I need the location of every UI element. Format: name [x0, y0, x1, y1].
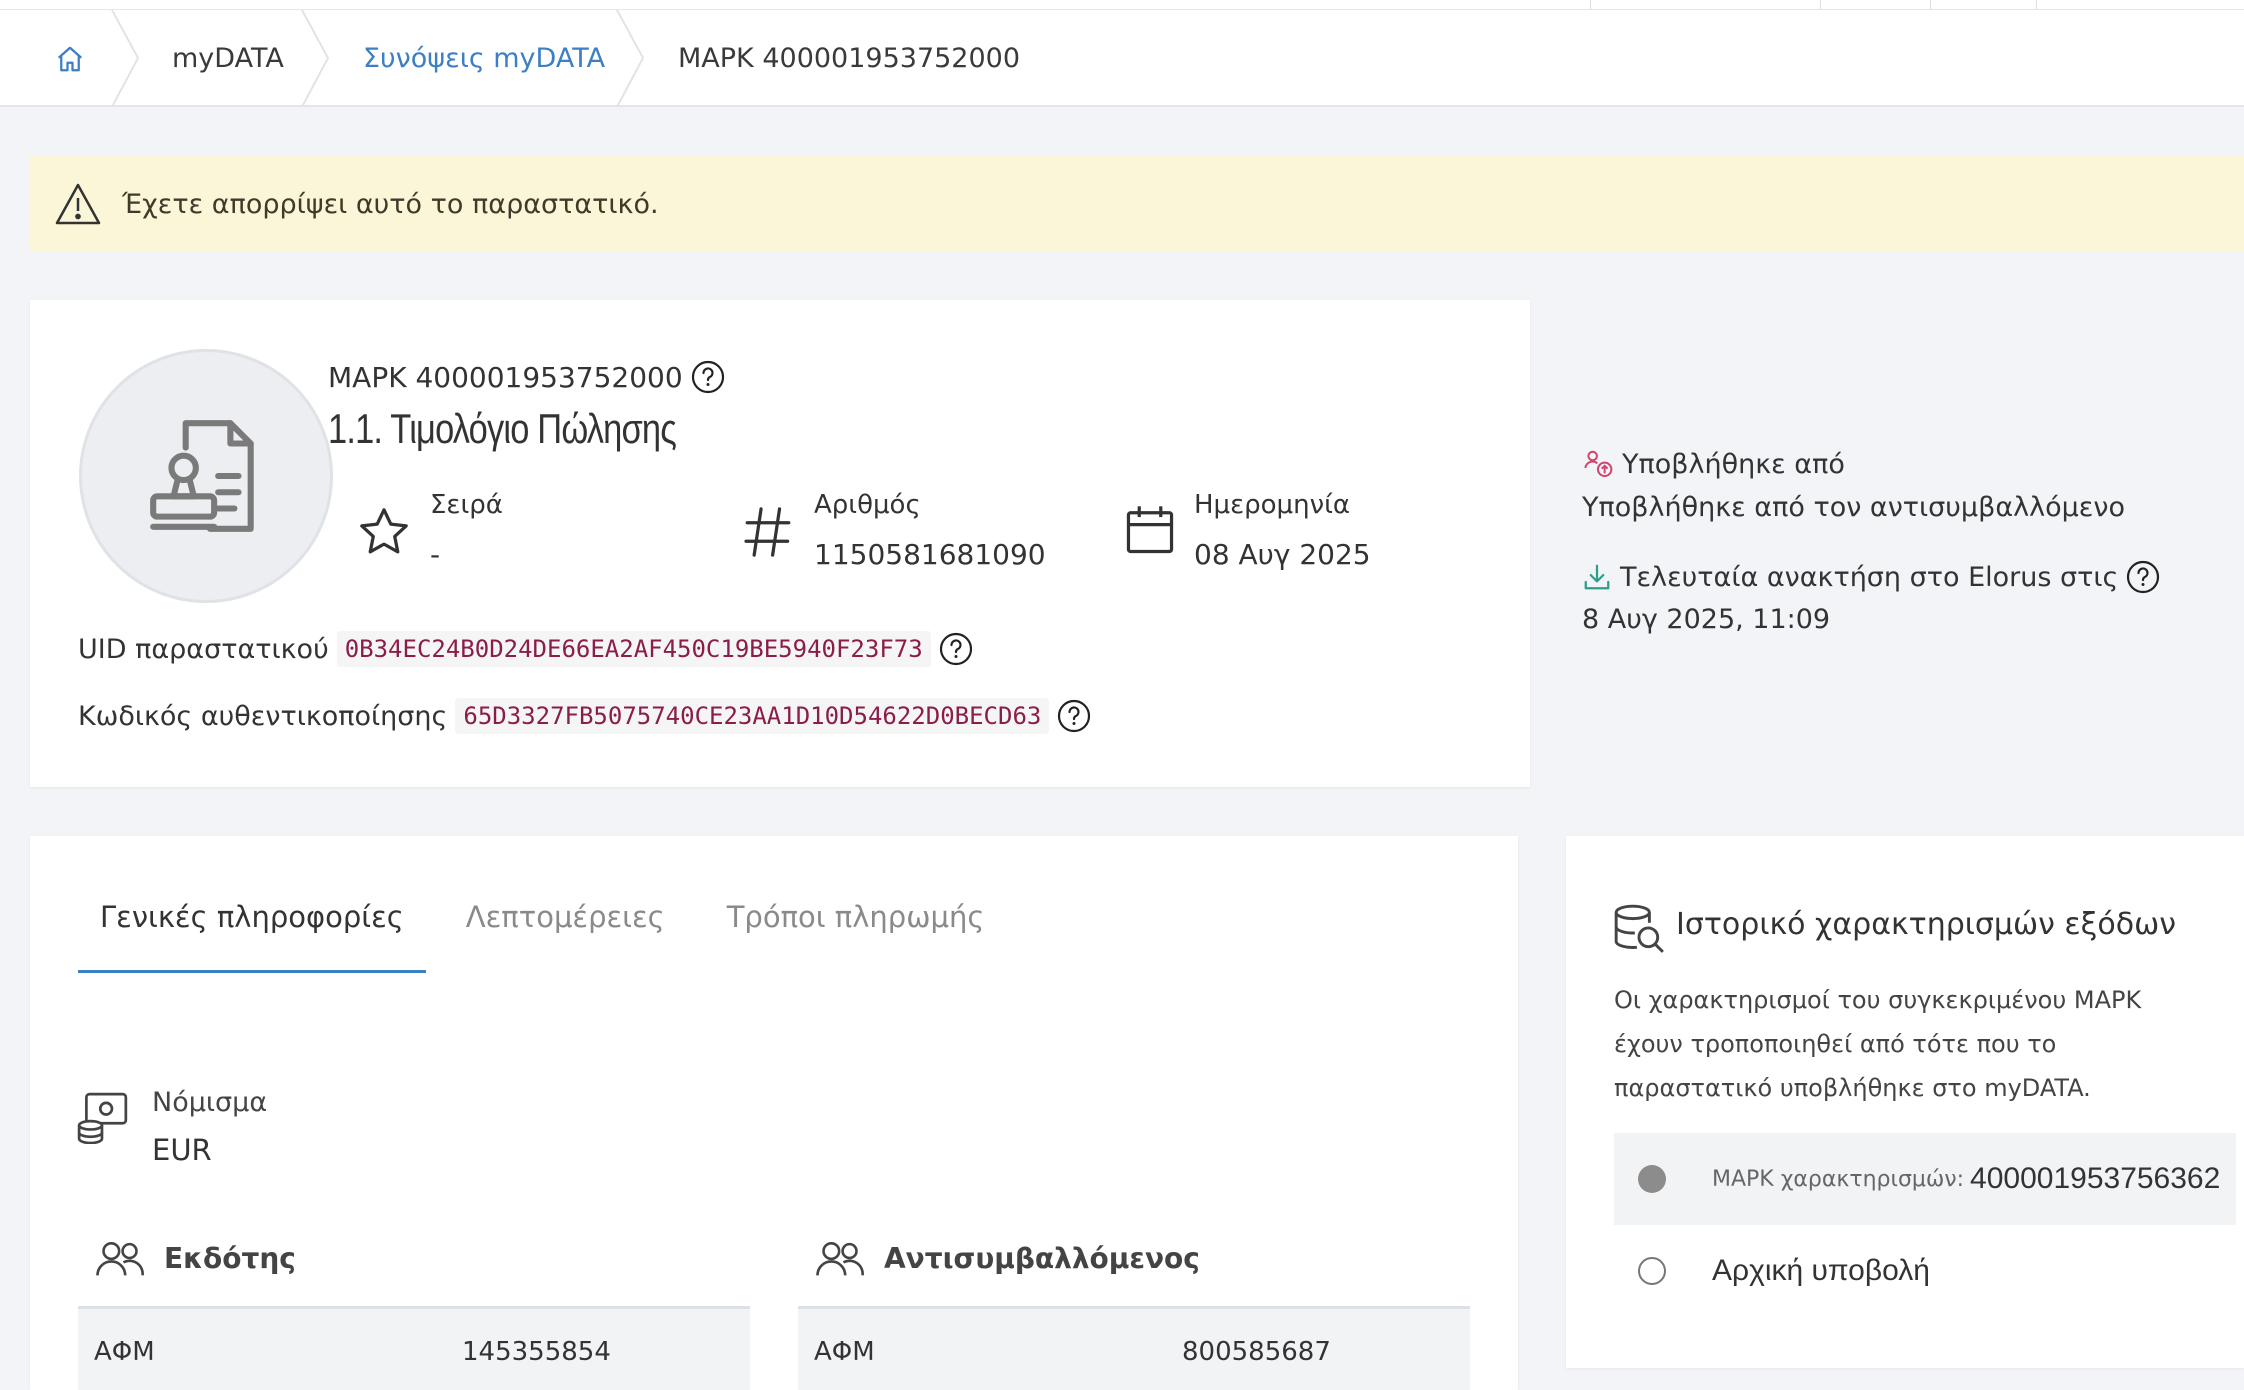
series-value: -: [430, 538, 441, 571]
stamped-document-icon: [150, 420, 254, 532]
warning-icon: [55, 183, 101, 225]
mark-text: ΜΑΡΚ 400001953752000: [328, 360, 683, 394]
counterparty-heading: Αντισυμβαλλόμενος: [814, 1238, 1200, 1278]
history-description: Οι χαρακτηρισμοί του συγκεκριμένου ΜΑΡΚ …: [1614, 986, 2142, 1102]
counterparty-table: ΑΦΜ 800585687: [798, 1306, 1470, 1390]
top-strip: [0, 0, 2244, 10]
last-retrieved-label: Τελευταία ανακτήση στο Elorus στις: [1620, 561, 2119, 593]
help-icon[interactable]: [2126, 560, 2160, 594]
last-retrieved-label-row: Τελευταία ανακτήση στο Elorus στις: [1582, 560, 2160, 594]
auth-label: Κωδικός αυθεντικοποίησης: [78, 700, 448, 732]
issuer-heading: Εκδότης: [94, 1238, 296, 1278]
document-avatar: [79, 349, 333, 603]
history-entry-current[interactable]: ΜΑΡΚ χαρακτηρισμών: 400001953756362: [1614, 1133, 2236, 1225]
tab-details[interactable]: Λεπτομέρειες: [444, 900, 687, 973]
currency-label: Νόμισμα: [152, 1087, 268, 1118]
timeline-dot: [1638, 1165, 1666, 1193]
history-entry-label: ΜΑΡΚ χαρακτηρισμών:: [1712, 1166, 1965, 1192]
alert-message: Έχετε απορρίψει αυτό το παραστατικό.: [122, 188, 659, 220]
document-mark: ΜΑΡΚ 400001953752000: [328, 360, 725, 394]
date-field: Ημερομηνία 08 Αυγ 2025: [1124, 490, 1371, 571]
breadcrumb-separator: [111, 10, 140, 107]
tab-general-info[interactable]: Γενικές πληροφορίες: [78, 900, 426, 973]
auth-value[interactable]: 65D3327FB5075740CE23AA1D10D54622D0BECD63: [455, 698, 1050, 734]
help-icon[interactable]: [939, 632, 973, 666]
currency-value: EUR: [152, 1133, 212, 1167]
series-label: Σειρά: [430, 490, 503, 520]
users-icon: [96, 1241, 144, 1276]
counterparty-afm-label: ΑΦΜ: [814, 1337, 875, 1367]
history-entry-value: 400001953756362: [1970, 1162, 2221, 1195]
history-title: Ιστορικό χαρακτηρισμών εξόδων: [1676, 907, 2176, 942]
breadcrumb-summaries[interactable]: Συνόψεις myDATA: [363, 10, 605, 107]
help-icon[interactable]: [1057, 699, 1091, 733]
star-icon: [360, 508, 408, 554]
series-field: Σειρά -: [356, 490, 503, 571]
timeline-dot: [1638, 1257, 1666, 1285]
submitted-by-value: Υποβλήθηκε από τον αντισυμβαλλόμενο: [1582, 492, 2125, 523]
date-label: Ημερομηνία: [1194, 490, 1351, 520]
calendar-icon: [1126, 506, 1174, 554]
issuer-afm-value: 145355854: [462, 1337, 611, 1367]
number-field: Αριθμός 1150581681090: [740, 490, 1046, 571]
top-bar: myDATA Συνόψεις myDATA ΜΑΡΚ 400001953752…: [0, 0, 2244, 107]
last-retrieved-value: 8 Αυγ 2025, 11:09: [1582, 604, 1831, 635]
info-tabs: Γενικές πληροφορίες Λεπτομέρειες Τρόποι …: [78, 900, 1024, 973]
rejected-alert: Έχετε απορρίψει αυτό το παραστατικό.: [30, 156, 2244, 252]
submission-info-panel: [1532, 300, 2244, 787]
uid-value[interactable]: 0B34EC24B0D24DE66EA2AF450C19BE5940F23F73: [336, 631, 931, 667]
breadcrumb-current: ΜΑΡΚ 400001953752000: [678, 43, 1021, 74]
submitted-by-label: Υποβλήθηκε από: [1622, 448, 1845, 480]
submitted-by-label-row: Υποβλήθηκε από: [1582, 448, 1845, 480]
number-label: Αριθμός: [814, 490, 921, 520]
currency-icon: [77, 1092, 128, 1144]
database-search-icon: [1614, 904, 1664, 953]
home-icon: [58, 46, 82, 71]
help-icon[interactable]: [691, 360, 725, 394]
date-value: 08 Αυγ 2025: [1194, 538, 1371, 571]
user-upload-icon: [1584, 450, 1613, 477]
counterparty-afm-value: 800585687: [1182, 1337, 1331, 1367]
issuer-title: Εκδότης: [164, 1241, 296, 1275]
uid-label: UID παραστατικού: [78, 633, 329, 665]
users-icon: [816, 1241, 864, 1276]
breadcrumb-separator: [301, 10, 330, 107]
breadcrumb-separator: [616, 10, 645, 107]
document-type: 1.1. Τιμολόγιο Πώλησης: [328, 405, 677, 452]
number-value: 1150581681090: [814, 538, 1046, 571]
counterparty-title: Αντισυμβαλλόμενος: [884, 1241, 1200, 1275]
hash-icon: [744, 507, 791, 557]
history-entry-original[interactable]: Αρχική υποβολή: [1614, 1225, 2236, 1317]
download-icon: [1584, 564, 1610, 590]
issuer-table: ΑΦΜ 145355854: [78, 1306, 750, 1390]
auth-code-row: Κωδικός αυθεντικοποίησης 65D3327FB507574…: [78, 698, 1091, 734]
breadcrumb-mydata[interactable]: myDATA: [172, 10, 284, 107]
uid-row: UID παραστατικού 0B34EC24B0D24DE66EA2AF4…: [78, 631, 973, 667]
history-original-label: Αρχική υποβολή: [1712, 1254, 1930, 1287]
issuer-afm-label: ΑΦΜ: [94, 1337, 155, 1367]
tab-payment-methods[interactable]: Τρόποι πληρωμής: [705, 900, 1007, 973]
